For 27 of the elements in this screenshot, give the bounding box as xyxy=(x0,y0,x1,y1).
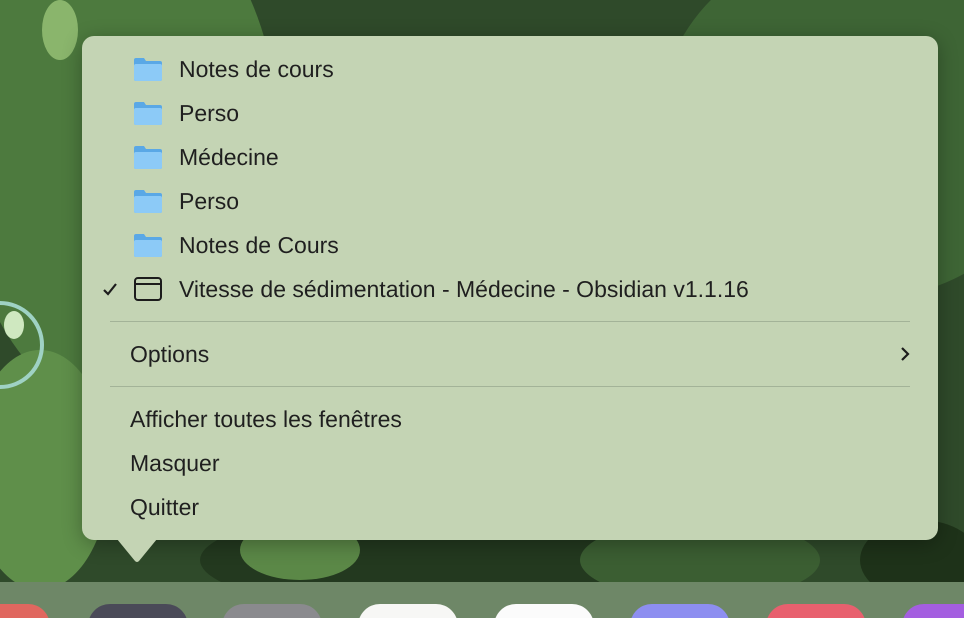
window-icon xyxy=(133,276,163,302)
menu-item-label: Vitesse de sédimentation - Médecine - Obsidian v1.1.16 xyxy=(179,276,749,302)
menu-item[interactable]: Afficher toutes les fenêtres xyxy=(82,397,938,441)
menu-item-label: Notes de Cours xyxy=(179,232,339,258)
menu-item-label: Perso xyxy=(179,188,240,214)
folder-icon xyxy=(133,100,163,126)
menu-item-label: Perso xyxy=(179,100,240,126)
menu-item-label: Notes de cours xyxy=(179,56,334,82)
menu-item-label: Options xyxy=(130,340,210,368)
window-menu-item[interactable]: Perso xyxy=(82,91,938,135)
folder-icon xyxy=(133,144,163,170)
window-menu-item[interactable]: Vitesse de sédimentation - Médecine - Obsidian v1.1.16 xyxy=(82,267,938,311)
chevron-right-icon xyxy=(900,346,910,362)
menu-item[interactable]: Quitter xyxy=(82,485,938,529)
window-menu-item[interactable]: Notes de cours xyxy=(82,47,938,91)
menu-item[interactable]: Masquer xyxy=(82,441,938,485)
folder-icon xyxy=(133,232,163,258)
menu-item-label: Masquer xyxy=(130,450,220,476)
window-menu-item[interactable]: Notes de Cours xyxy=(82,223,938,267)
menu-item-label: Afficher toutes les fenêtres xyxy=(130,406,402,432)
menu-item-label: Médecine xyxy=(179,144,279,170)
window-menu-item[interactable]: Médecine xyxy=(82,135,938,179)
submenu-item[interactable]: Options xyxy=(82,332,938,376)
menu-item-label: Quitter xyxy=(130,494,200,520)
folder-icon xyxy=(133,56,163,82)
window-menu-item[interactable]: Perso xyxy=(82,179,938,223)
folder-icon xyxy=(133,188,163,214)
